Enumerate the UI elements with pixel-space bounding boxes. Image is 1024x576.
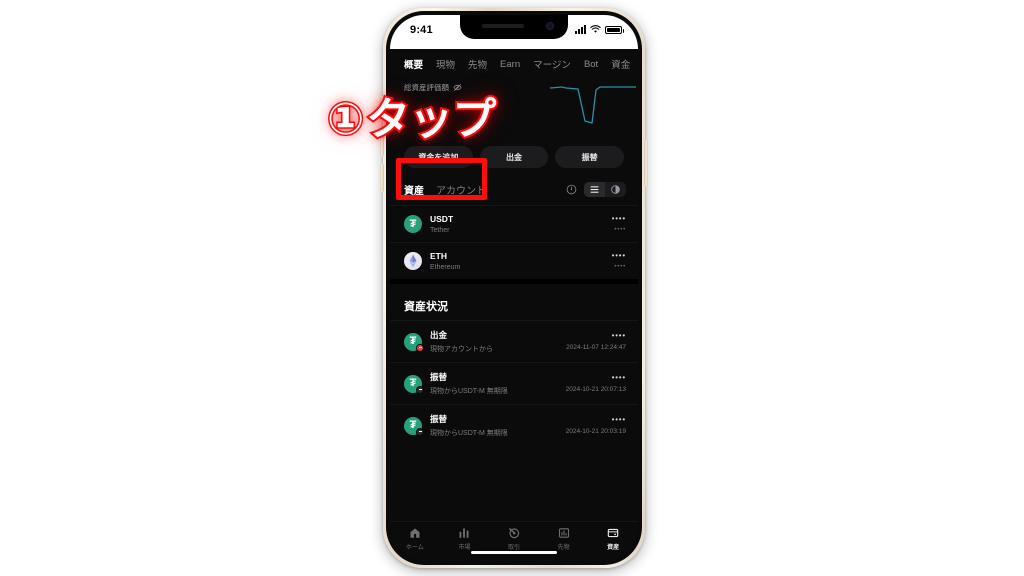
annotation-step-number: ① — [325, 94, 365, 145]
front-camera — [546, 22, 554, 30]
nav-item-futures[interactable]: 先物 — [539, 527, 589, 551]
assets-view-tools — [566, 182, 626, 197]
asset-sub-amount: •••• — [614, 227, 626, 233]
trade-icon — [509, 528, 520, 539]
history-type: 振替 — [430, 372, 448, 382]
asset-row-eth[interactable]: ETH Ethereum •••• •••• — [390, 242, 638, 279]
total-balance-label: 総資産評価額 — [404, 83, 449, 92]
transfer-button[interactable]: 振替 — [555, 146, 625, 168]
wallet-icon — [607, 528, 619, 538]
volume-down-button[interactable] — [380, 164, 384, 192]
asset-row-usdt[interactable]: ₮ USDT Tether •••• •••• — [390, 205, 638, 242]
history-row[interactable]: ₮ 振替 現物からUSDT-M 無期限 •••• 2024-10-21 20:0… — [390, 404, 638, 446]
annotation-highlight-box — [396, 158, 487, 200]
top-tab-bar[interactable]: 概要 現物 先物 Earn マージン Bot 資金 — [390, 49, 638, 78]
futures-icon — [558, 528, 569, 538]
asset-name: Tether — [430, 227, 450, 234]
assets-view-toggle[interactable] — [584, 182, 626, 197]
tab-funding[interactable]: 資金 — [611, 57, 630, 71]
history-row[interactable]: ₮ 出金 現物アカウントから •••• 2024-11-07 12:24:47 — [390, 320, 638, 362]
balance-sparkline — [549, 86, 636, 124]
pie-chart-icon[interactable] — [605, 182, 626, 197]
tab-earn[interactable]: Earn — [500, 59, 520, 70]
history-timestamp: 2024-11-07 12:24:47 — [566, 344, 626, 351]
history-amount: •••• — [611, 331, 626, 340]
history-row-values: •••• 2024-11-07 12:24:47 — [566, 331, 626, 352]
history-section-title: 資産状況 — [404, 301, 448, 313]
history-timestamp: 2024-10-21 20:07:13 — [565, 386, 626, 393]
nav-item-assets[interactable]: 資産 — [588, 527, 638, 551]
history-type: 出金 — [430, 330, 448, 340]
history-detail: 現物からUSDT-M 無期限 — [430, 430, 508, 437]
status-bar: 9:41 — [390, 15, 638, 49]
asset-sub-amount: •••• — [614, 264, 626, 270]
history-row-text: 振替 現物からUSDT-M 無期限 — [430, 413, 508, 438]
eth-coin-icon — [404, 252, 422, 270]
tab-overview[interactable]: 概要 — [404, 57, 423, 71]
tab-spot[interactable]: 現物 — [436, 57, 455, 71]
history-amount: •••• — [611, 373, 626, 382]
history-row-values: •••• 2024-10-21 20:07:13 — [565, 373, 626, 394]
annotation-callout: ① タップ — [325, 94, 498, 145]
history-row-text: 出金 現物アカウントから — [430, 329, 493, 354]
transfer-badge — [416, 427, 424, 436]
withdraw-badge — [416, 343, 424, 352]
device-notch — [460, 15, 568, 39]
tab-margin[interactable]: マージン — [533, 57, 571, 71]
home-icon — [410, 528, 420, 538]
history-timestamp: 2024-10-21 20:03:19 — [565, 428, 626, 435]
asset-amount: •••• — [611, 251, 626, 260]
wifi-icon — [590, 25, 601, 33]
asset-symbol: ETH — [430, 251, 447, 261]
asset-row-values: •••• •••• — [611, 251, 626, 271]
nav-label: 資産 — [607, 545, 620, 551]
asset-amount: •••• — [611, 214, 626, 223]
usdt-coin-icon: ₮ — [404, 332, 424, 352]
info-circle-icon[interactable] — [566, 184, 577, 195]
earpiece-speaker — [482, 24, 524, 28]
screenshot-canvas: 9:41 概要 現物 先物 Earn マージン Bot 資金 総資産評価額 資金… — [0, 0, 1024, 576]
history-amount: •••• — [611, 415, 626, 424]
history-detail: 現物アカウントから — [430, 346, 493, 353]
annotation-instruction: タップ — [364, 94, 498, 145]
nav-item-home[interactable]: ホーム — [390, 527, 440, 551]
status-bar-indicators — [575, 24, 624, 34]
history-row[interactable]: ₮ 振替 現物からUSDT-M 無期限 •••• 2024-10-21 20:0… — [390, 362, 638, 404]
tab-futures[interactable]: 先物 — [468, 57, 487, 71]
asset-row-text: ETH Ethereum — [430, 251, 460, 271]
nav-item-markets[interactable]: 市場 — [440, 527, 490, 551]
history-row-text: 振替 現物からUSDT-M 無期限 — [430, 371, 508, 396]
list-view-icon[interactable] — [584, 182, 605, 197]
eye-off-icon[interactable] — [453, 83, 462, 92]
nav-item-trade[interactable]: 取引 — [489, 527, 539, 551]
power-button[interactable] — [644, 140, 648, 186]
asset-row-values: •••• •••• — [611, 214, 626, 234]
markets-bars-icon — [459, 528, 469, 538]
home-indicator[interactable] — [471, 550, 557, 554]
transfer-badge — [416, 385, 424, 394]
nav-label: 先物 — [557, 545, 570, 551]
usdt-coin-icon: ₮ — [404, 374, 424, 394]
status-bar-time: 9:41 — [410, 24, 433, 36]
nav-label: ホーム — [405, 545, 424, 551]
bottom-navigation: ホーム 市場 取引 先物 資産 — [390, 521, 638, 561]
asset-row-text: USDT Tether — [430, 214, 453, 234]
usdt-coin-icon: ₮ — [404, 416, 424, 436]
nav-label: 市場 — [458, 545, 471, 551]
history-detail: 現物からUSDT-M 無期限 — [430, 388, 508, 395]
history-row-values: •••• 2024-10-21 20:03:19 — [565, 415, 626, 436]
usdt-coin-icon: ₮ — [404, 215, 422, 233]
asset-symbol: USDT — [430, 214, 454, 224]
history-type: 振替 — [430, 414, 448, 424]
asset-name: Ethereum — [430, 264, 461, 271]
cellular-bars-icon — [575, 25, 586, 34]
withdraw-button[interactable]: 出金 — [479, 146, 549, 168]
battery-icon — [605, 25, 624, 34]
tab-bot[interactable]: Bot — [584, 59, 598, 70]
